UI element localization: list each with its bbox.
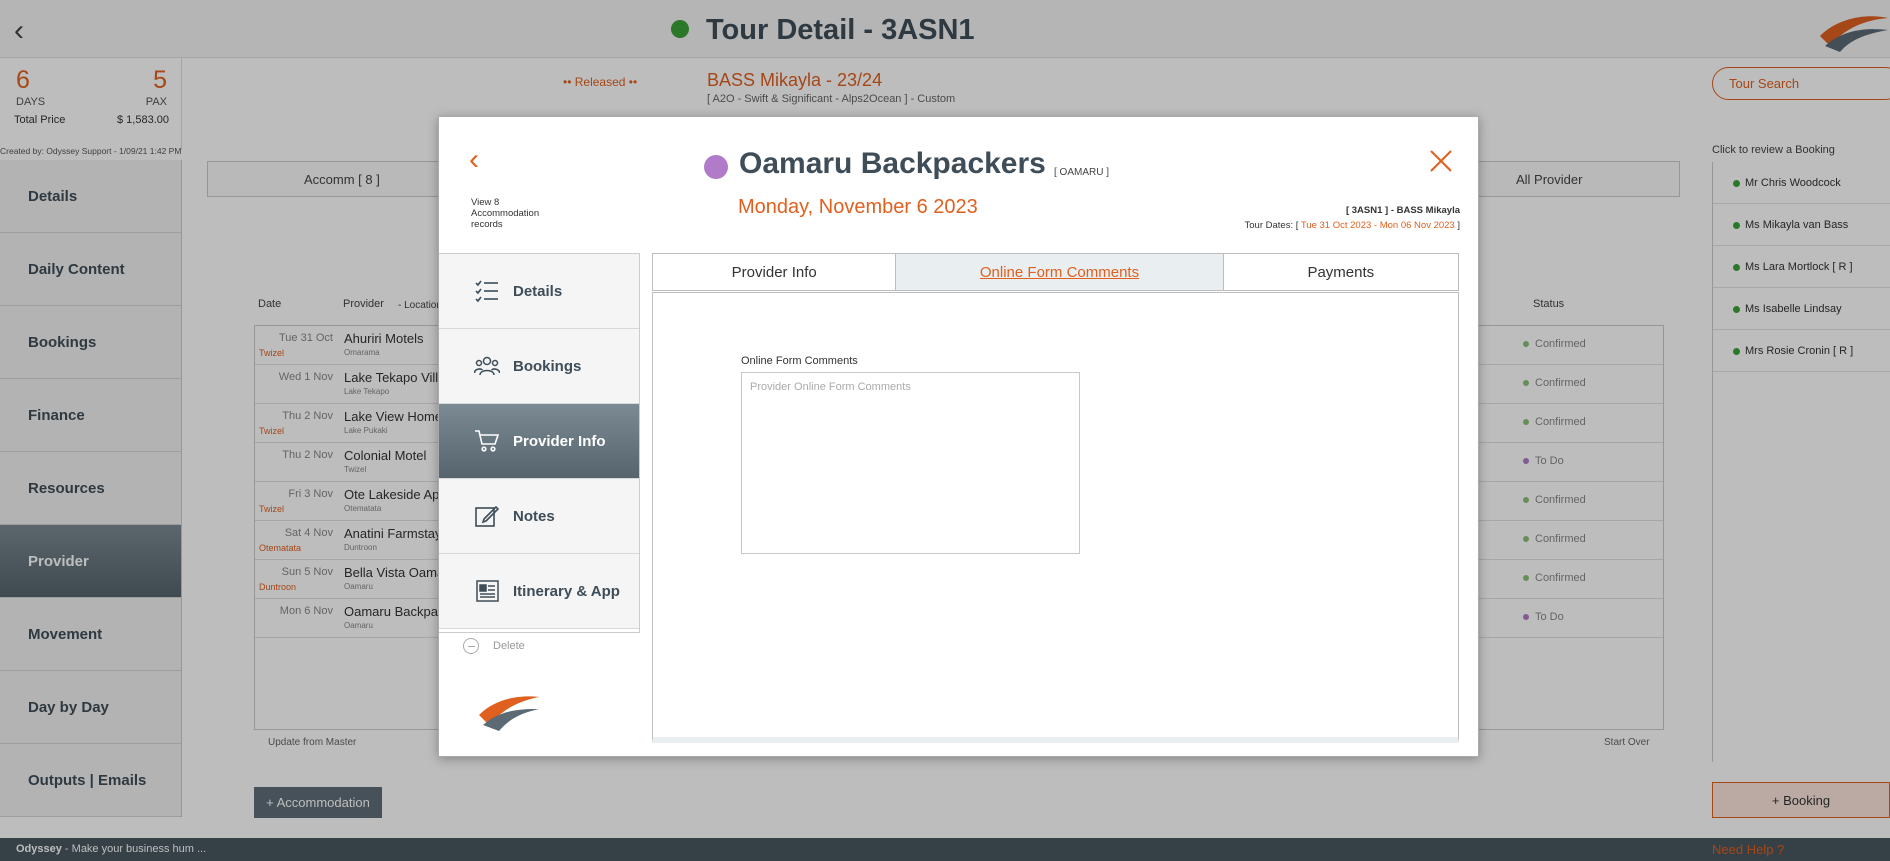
tour-dates-close: ] xyxy=(1454,220,1460,231)
brand-logo-icon xyxy=(479,696,539,731)
modal-nav-label: Bookings xyxy=(513,357,582,375)
tour-dates: Tour Dates: [ Tue 31 Oct 2023 - Mon 06 N… xyxy=(1245,220,1460,231)
modal-nav-label: Provider Info xyxy=(513,432,606,450)
delete-button[interactable]: Delete xyxy=(463,638,525,654)
newspaper-icon xyxy=(476,580,499,602)
close-icon[interactable] xyxy=(1427,147,1455,175)
tab-provider-info[interactable]: Provider Info xyxy=(653,254,897,290)
modal-nav-notes[interactable]: Notes xyxy=(439,479,639,554)
tour-dates-label: Tour Dates: [ xyxy=(1244,220,1301,231)
people-icon xyxy=(474,356,500,376)
provider-title: Oamaru Backpackers xyxy=(739,147,1046,180)
provider-modal: ‹ View 8 Accommodation records Oamaru Ba… xyxy=(438,116,1479,757)
checklist-icon xyxy=(475,280,498,303)
tour-start-date: Tue 31 Oct 2023 xyxy=(1300,220,1372,231)
modal-nav-itinerary[interactable]: Itinerary & App xyxy=(439,554,639,629)
online-form-comments-field[interactable] xyxy=(741,372,1080,554)
modal-sidebar: Details Bookings Provider Info Notes Iti… xyxy=(439,253,640,633)
tour-reference: [ 3ASN1 ] - BASS Mikayla xyxy=(1345,205,1460,216)
modal-nav-label: Details xyxy=(513,282,563,300)
location-tag: [ OAMARU ] xyxy=(1054,167,1110,178)
previous-record-icon[interactable]: ‹ xyxy=(469,145,491,177)
modal-tabs: Provider Info Online Form Comments Payme… xyxy=(652,253,1459,291)
view-records-label[interactable]: View 8 Accommodation records xyxy=(471,197,551,230)
tour-end-date: Mon 06 Nov 2023 xyxy=(1379,220,1455,231)
provider-status-dot xyxy=(704,155,728,179)
modal-nav-label: Notes xyxy=(513,507,555,525)
tour-date-separator: - xyxy=(1371,220,1380,231)
tab-payments[interactable]: Payments xyxy=(1223,254,1458,290)
modal-nav-bookings[interactable]: Bookings xyxy=(439,329,639,404)
tab-panel: Online Form Comments xyxy=(652,292,1459,743)
modal-nav-provider-info[interactable]: Provider Info xyxy=(439,404,639,479)
modal-nav-details[interactable]: Details xyxy=(439,254,639,329)
minus-circle-icon xyxy=(463,638,479,654)
provider-date: Monday, November 6 2023 xyxy=(738,196,978,218)
edit-note-icon xyxy=(475,505,500,527)
cart-icon xyxy=(475,430,500,452)
tab-online-form-comments[interactable]: Online Form Comments xyxy=(896,254,1224,290)
online-form-comments-label: Online Form Comments xyxy=(741,355,858,367)
modal-nav-label: Itinerary & App xyxy=(513,582,620,600)
delete-label: Delete xyxy=(493,640,525,652)
